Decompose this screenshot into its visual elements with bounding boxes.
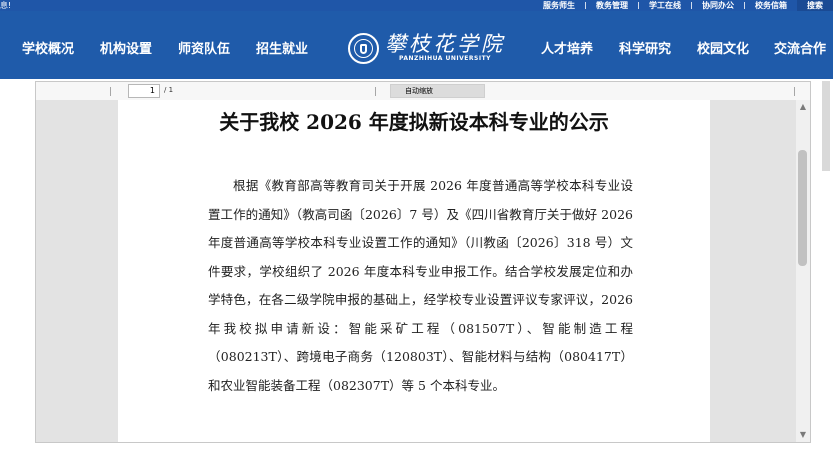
scroll-up-arrow-icon[interactable]: ▲ bbox=[796, 100, 810, 114]
pdf-toolbar: 1 / 1 自动缩放 bbox=[36, 82, 810, 101]
top-link-mailbox[interactable]: 校务信箱 bbox=[745, 0, 797, 11]
divider bbox=[744, 2, 745, 9]
divider bbox=[638, 2, 639, 9]
scroll-down-arrow-icon[interactable]: ▼ bbox=[796, 428, 810, 442]
nav-item-talent[interactable]: 人才培养 bbox=[541, 11, 593, 79]
main-navigation: 学校概况 机构设置 师资队伍 招生就业 攀枝花学院 PANZHIHUA UNIV… bbox=[0, 11, 833, 79]
search-button[interactable]: 搜索 bbox=[797, 0, 833, 11]
nav-item-faculty[interactable]: 师资队伍 bbox=[178, 11, 230, 79]
top-link-service[interactable]: 服务师生 bbox=[533, 0, 585, 11]
nav-item-exchange[interactable]: 交流合作 bbox=[774, 11, 826, 79]
nav-item-organization[interactable]: 机构设置 bbox=[100, 11, 152, 79]
top-utility-bar: 息! 服务师生 教务管理 学工在线 协同办公 校务信箱 搜索 bbox=[0, 0, 833, 11]
divider bbox=[585, 2, 586, 9]
logo-text: 攀枝花学院 PANZHIHUA UNIVERSITY bbox=[385, 33, 505, 63]
toolbar-divider bbox=[110, 87, 111, 96]
top-link-academic-affairs[interactable]: 教务管理 bbox=[586, 0, 638, 11]
logo-name-cn: 攀枝花学院 bbox=[385, 32, 505, 56]
page-scrollbar[interactable] bbox=[822, 81, 831, 443]
top-link-office[interactable]: 协同办公 bbox=[692, 0, 744, 11]
page-scrollbar-thumb[interactable] bbox=[822, 81, 830, 171]
viewer-scrollbar[interactable]: ▲ ▼ bbox=[796, 100, 810, 442]
document-body: 根据《教育部高等教育司关于开展 2026 年度普通高等学校本科专业设置工作的通知… bbox=[208, 178, 633, 393]
divider bbox=[691, 2, 692, 9]
top-link-student-affairs[interactable]: 学工在线 bbox=[639, 0, 691, 11]
university-seal-icon bbox=[348, 32, 379, 64]
logo-name-en: PANZHIHUA UNIVERSITY bbox=[398, 55, 492, 62]
toolbar-divider bbox=[794, 87, 795, 96]
page-number-input[interactable]: 1 bbox=[128, 84, 160, 98]
university-logo[interactable]: 攀枝花学院 PANZHIHUA UNIVERSITY bbox=[348, 30, 505, 66]
page-total-label: / 1 bbox=[164, 86, 174, 94]
document-page: 关于我校 2026 年度拟新设本科专业的公示 根据《教育部高等教育司关于开展 2… bbox=[118, 100, 710, 442]
nav-item-culture[interactable]: 校园文化 bbox=[697, 11, 749, 79]
document-scroll-area[interactable]: 关于我校 2026 年度拟新设本科专业的公示 根据《教育部高等教育司关于开展 2… bbox=[36, 100, 796, 442]
scrollbar-thumb[interactable] bbox=[798, 150, 807, 266]
top-links: 服务师生 教务管理 学工在线 协同办公 校务信箱 搜索 bbox=[533, 0, 833, 11]
nav-item-research[interactable]: 科学研究 bbox=[619, 11, 671, 79]
pdf-viewer: 1 / 1 自动缩放 关于我校 2026 年度拟新设本科专业的公示 根据《教育部… bbox=[35, 81, 811, 443]
nav-item-admissions[interactable]: 招生就业 bbox=[256, 11, 308, 79]
zoom-select[interactable]: 自动缩放 bbox=[390, 84, 485, 98]
nav-item-overview[interactable]: 学校概况 bbox=[22, 11, 74, 79]
document-title: 关于我校 2026 年度拟新设本科专业的公示 bbox=[219, 110, 609, 134]
top-bar-left-text: 息! bbox=[0, 1, 12, 10]
toolbar-divider bbox=[375, 87, 376, 96]
